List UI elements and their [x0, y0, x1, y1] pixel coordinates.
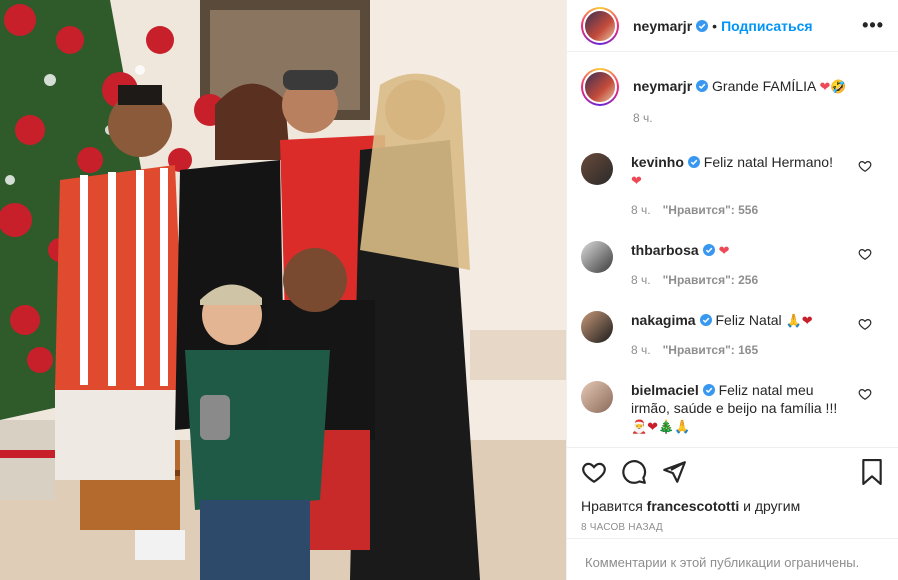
comment-likes[interactable]: "Нравится": 256 — [663, 273, 759, 287]
separator-dot: • — [712, 17, 718, 34]
caption-time[interactable]: 8 ч. — [633, 111, 653, 125]
comment-like-heart-icon[interactable] — [858, 317, 872, 331]
action-icons — [581, 458, 884, 486]
verified-badge-icon — [699, 314, 712, 326]
commenter-avatar[interactable] — [581, 311, 613, 343]
share-icon[interactable] — [661, 459, 687, 485]
instagram-post: neymarjr • Подписаться ••• neymarjr Gran… — [0, 0, 898, 580]
comment-username[interactable]: thbarbosa — [631, 242, 699, 258]
heart-emoji: ❤ — [819, 80, 831, 95]
post-header: neymarjr • Подписаться ••• — [567, 0, 898, 52]
heart-emoji: ❤ — [631, 174, 642, 189]
heart-icon[interactable] — [581, 459, 607, 485]
comment-likes[interactable]: "Нравится": 556 — [663, 203, 759, 217]
family-photo-illustration — [0, 0, 566, 580]
comment-text: Feliz natal Hermano! — [703, 154, 833, 170]
liked-suffix[interactable]: и другим — [743, 498, 800, 514]
verified-badge-icon — [702, 244, 715, 256]
bookmark-icon[interactable] — [860, 459, 884, 485]
comments-list[interactable]: neymarjr Grande FAMÍLIA ❤🤣 8 ч. kevinho … — [567, 52, 898, 447]
post-actions: Нравится francescototti и другим 8 ЧАСОВ… — [567, 447, 898, 543]
comment-like-heart-icon[interactable] — [858, 247, 872, 261]
comment-like-heart-icon[interactable] — [858, 387, 872, 401]
caption: neymarjr Grande FAMÍLIA ❤🤣 8 ч. — [581, 68, 884, 127]
comment-username[interactable]: bielmaciel — [631, 382, 699, 398]
comment-likes[interactable]: "Нравится": 165 — [663, 343, 759, 357]
comments-limited-notice: Комментарии к этой публикации ограничены… — [567, 538, 898, 580]
laughing-emoji: 🤣 — [830, 80, 847, 95]
comment-item: nakagima Feliz Natal 🙏❤ 8 ч. "Нравится": … — [581, 311, 884, 359]
likes-summary: Нравится francescototti и другим — [581, 498, 884, 514]
post-photo[interactable] — [0, 0, 566, 580]
pray-heart-emoji: 🙏❤ — [785, 314, 813, 329]
verified-badge-icon — [687, 156, 700, 168]
commenter-avatar[interactable] — [581, 241, 613, 273]
comment-username[interactable]: nakagima — [631, 312, 696, 328]
post-timestamp[interactable]: 8 ЧАСОВ НАЗАД — [581, 522, 884, 533]
commenter-avatar[interactable] — [581, 381, 613, 413]
caption-text: Grande FAMÍLIA — [712, 78, 816, 94]
comment-time[interactable]: 8 ч. — [631, 273, 651, 287]
more-options-icon[interactable]: ••• — [862, 15, 884, 36]
verified-badge-icon — [702, 384, 715, 396]
post-sidebar: neymarjr • Подписаться ••• neymarjr Gran… — [566, 0, 898, 580]
comment-item: thbarbosa ❤ 8 ч. "Нравится": 256 — [581, 241, 884, 289]
heart-emoji: ❤ — [718, 244, 730, 259]
comment-item: kevinho Feliz natal Hermano! ❤ 8 ч. "Нрав… — [581, 153, 884, 219]
caption-avatar[interactable] — [581, 68, 619, 106]
commenter-avatar[interactable] — [581, 153, 613, 185]
author-avatar[interactable] — [581, 6, 619, 45]
comment-text: Feliz Natal — [715, 312, 782, 328]
liked-prefix: Нравится — [581, 498, 643, 514]
verified-badge-icon — [696, 19, 709, 32]
verified-badge-icon — [696, 80, 709, 92]
comment-time[interactable]: 8 ч. — [631, 343, 651, 357]
christmas-emojis: 🎅❤🎄🙏 — [631, 420, 691, 435]
comment-username[interactable]: kevinho — [631, 154, 684, 170]
comment-icon[interactable] — [621, 459, 647, 485]
liked-user-link[interactable]: francescototti — [647, 498, 740, 514]
comment-item: bielmaciel Feliz natal meu irmão, saúde … — [581, 381, 884, 437]
caption-username[interactable]: neymarjr — [633, 78, 692, 94]
comment-time[interactable]: 8 ч. — [631, 203, 651, 217]
comment-like-heart-icon[interactable] — [858, 159, 872, 173]
follow-button[interactable]: Подписаться — [721, 18, 813, 34]
author-username[interactable]: neymarjr — [633, 18, 692, 34]
